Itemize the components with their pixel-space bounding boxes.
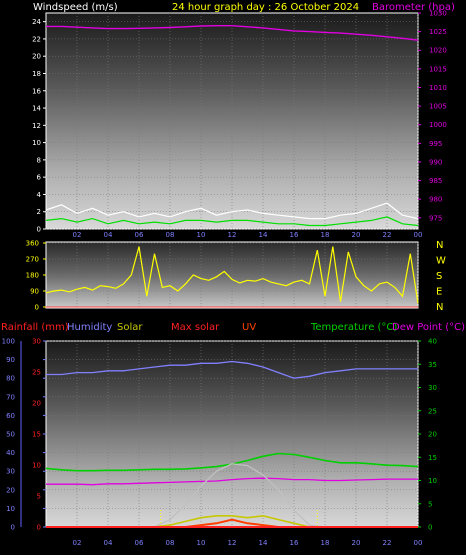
y2-tick-label: 0 <box>428 524 432 532</box>
compass-label: N <box>436 302 443 313</box>
y2-tick-label: 985 <box>429 177 442 185</box>
y-tick-label: 50 <box>6 431 15 439</box>
y-tick-label: 70 <box>6 393 15 401</box>
x-tick-label: 12 <box>228 539 237 547</box>
y-tick-label: 0 <box>37 226 41 234</box>
compass-label: N <box>436 240 443 251</box>
x-tick-label: 18 <box>321 539 330 547</box>
y2-tick-label: 20 <box>428 431 437 439</box>
x-tick-label: 08 <box>166 231 175 239</box>
y-tick-label: 20 <box>6 486 15 494</box>
x-tick-label: 02 <box>73 231 82 239</box>
y-tick-label: 4 <box>37 191 42 199</box>
graph-title: 24 hour graph day : 26 October 2024 <box>172 2 359 13</box>
y-tick-label: 8 <box>37 156 41 164</box>
y2-tick-label: 40 <box>428 338 437 346</box>
y2-tick-label: 980 <box>429 196 442 204</box>
rain-tick-label: 15 <box>32 431 41 439</box>
y2-tick-label: 1000 <box>429 121 447 129</box>
compass-label: S <box>436 271 442 282</box>
y2-tick-label: 1020 <box>429 47 447 55</box>
dewpoint-label: Dew Point (°C) <box>392 322 465 333</box>
x-tick-label: 20 <box>352 231 361 239</box>
compass-label: W <box>436 256 446 267</box>
x-tick-label: 06 <box>135 231 144 239</box>
y-tick-label: 10 <box>32 139 41 147</box>
compass-labels: NWSEN <box>436 240 446 313</box>
y-tick-label: 30 <box>6 468 15 476</box>
x-tick-label: 04 <box>104 231 113 239</box>
y2-tick-label: 1005 <box>429 103 447 111</box>
x-tick-label: 16 <box>290 231 299 239</box>
weather-graph-canvas: Windspeed (m/s) 24 hour graph day : 26 O… <box>1 2 465 547</box>
rain-tick-label: 0 <box>37 524 41 532</box>
x-tick-label: 00 <box>414 231 423 239</box>
y-tick-label: 270 <box>26 256 39 264</box>
x-tick-label: 08 <box>166 539 175 547</box>
x-tick-label: 20 <box>352 539 361 547</box>
y-tick-label: 12 <box>32 122 41 130</box>
y2-tick-label: 995 <box>429 140 442 148</box>
x-tick-label: 04 <box>104 539 113 547</box>
windspeed-label: Windspeed (m/s) <box>33 2 118 13</box>
y2-tick-label: 1025 <box>429 28 447 36</box>
y-tick-label: 10 <box>6 505 15 513</box>
y-tick-label: 90 <box>6 356 15 364</box>
y-tick-label: 100 <box>2 338 15 346</box>
rain-tick-label: 10 <box>32 462 41 470</box>
y-tick-label: 24 <box>32 18 41 26</box>
y-tick-label: 90 <box>30 288 39 296</box>
y-tick-label: 2 <box>37 208 41 216</box>
x-tick-label: 22 <box>383 539 392 547</box>
rainfall-label: Rainfall (mm) <box>1 322 69 333</box>
y-tick-label: 360 <box>26 240 39 248</box>
rain-tick-label: 5 <box>37 493 41 501</box>
y-tick-label: 0 <box>35 304 39 312</box>
uv-label: UV <box>242 322 256 333</box>
x-tick-label: 16 <box>290 539 299 547</box>
humidity-label: Humidity <box>67 322 112 333</box>
rain-tick-label: 25 <box>32 369 41 377</box>
y-tick-label: 18 <box>32 70 41 78</box>
x-tick-label: 18 <box>321 231 330 239</box>
x-tick-label: 14 <box>259 231 268 239</box>
x-tick-label: 12 <box>228 231 237 239</box>
y-tick-label: 14 <box>32 105 41 113</box>
x-tick-label: 00 <box>414 539 423 547</box>
y-tick-label: 16 <box>32 87 41 95</box>
x-tick-label: 06 <box>135 539 144 547</box>
y-tick-label: 20 <box>32 53 41 61</box>
y2-tick-label: 1030 <box>429 10 447 18</box>
max-solar-label: Max solar <box>171 322 220 333</box>
x-tick-label: 02 <box>73 539 82 547</box>
y-tick-label: 60 <box>6 412 15 420</box>
solar-label: Solar <box>117 322 143 333</box>
rain-tick-label: 20 <box>32 400 41 408</box>
x-tick-label: 10 <box>197 539 206 547</box>
y2-tick-label: 1010 <box>429 84 447 92</box>
y2-tick-label: 35 <box>428 361 437 369</box>
x-tick-label: 10 <box>197 231 206 239</box>
rain-tick-label: 30 <box>32 338 41 346</box>
x-tick-label: 14 <box>259 539 268 547</box>
y2-tick-label: 990 <box>429 158 442 166</box>
y2-tick-label: 975 <box>429 214 442 222</box>
y-tick-label: 80 <box>6 375 15 383</box>
y-tick-label: 0 <box>11 524 15 532</box>
y2-tick-label: 1015 <box>429 65 447 73</box>
y-tick-label: 180 <box>26 272 39 280</box>
y2-tick-label: 30 <box>428 384 437 392</box>
y2-tick-label: 25 <box>428 407 437 415</box>
y2-tick-label: 10 <box>428 477 437 485</box>
x-tick-label: 22 <box>383 231 392 239</box>
y-tick-label: 6 <box>37 174 42 182</box>
y2-tick-label: 15 <box>428 454 437 462</box>
y-tick-label: 22 <box>32 35 41 43</box>
temperature-label: Temperature (°C) <box>310 322 397 333</box>
y-tick-label: 40 <box>6 449 15 457</box>
compass-label: E <box>436 287 442 298</box>
y2-tick-label: 5 <box>428 500 432 508</box>
